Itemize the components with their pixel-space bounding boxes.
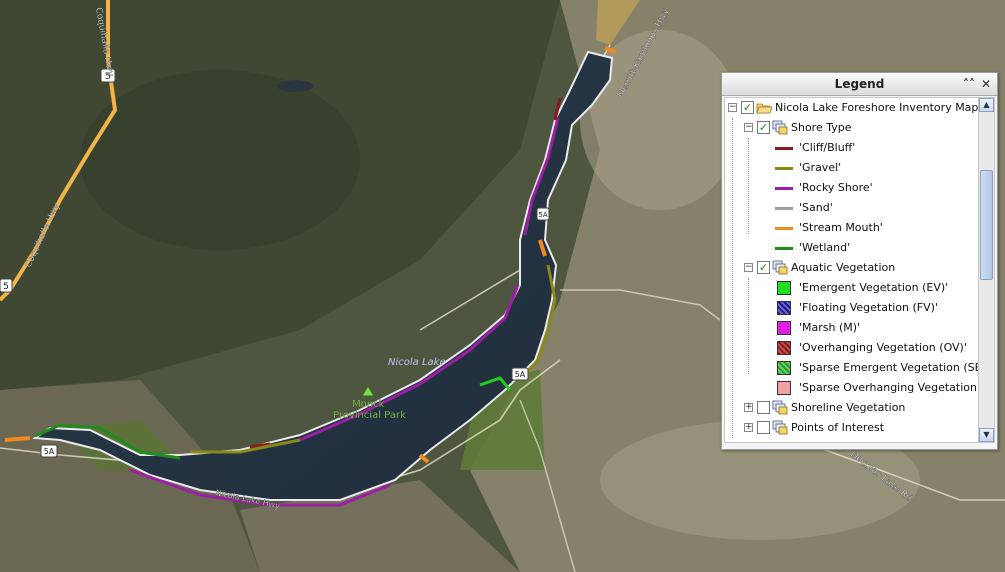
park-label-line1: Monck (352, 399, 385, 410)
collapse-toggle[interactable]: − (728, 103, 737, 112)
root-layer-label: Nicola Lake Foreshore Inventory Mapping (775, 101, 980, 114)
park-label-line2: Provincial Park (333, 410, 406, 421)
legend-tree[interactable]: − ✓ Nicola Lake Foreshore Inventory Mapp… (724, 97, 980, 443)
expand-toggle[interactable]: + (744, 403, 753, 412)
fill-symbol (777, 361, 791, 375)
folder-open-icon (756, 103, 772, 114)
expand-toggle[interactable]: + (744, 423, 753, 432)
legend-title: Legend (834, 77, 885, 91)
fill-symbol (777, 321, 791, 335)
legend-item-label: 'Sparse Emergent Vegetation (SEV)' (799, 361, 980, 374)
legend-item-label: 'Rocky Shore' (799, 181, 873, 194)
hwy-shield-5a-shore: 5A (536, 207, 550, 221)
layers-icon (772, 400, 788, 415)
forest-patch (80, 70, 360, 250)
lake-label: Nicola Lake (388, 357, 446, 368)
legend-scrollbar[interactable]: ▲ ▼ (978, 97, 995, 443)
hwy-shield-5a-left-text: 5A (44, 447, 55, 456)
fill-symbol (777, 341, 791, 355)
legend-panel[interactable]: Legend ˄˄ ✕ − ✓ Nicola Lake Foreshore In… (721, 72, 998, 450)
hwy-shield-5a-left: 5A (40, 444, 58, 458)
group-label: Shore Type (791, 121, 852, 134)
legend-item-label: 'Floating Vegetation (FV)' (799, 301, 938, 314)
hwy-shield-5a-shore-text: 5A (538, 211, 547, 219)
line-symbol (775, 167, 793, 170)
line-symbol (775, 207, 793, 210)
line-symbol (775, 247, 793, 250)
legend-item-label: 'Gravel' (799, 161, 842, 174)
layers-icon (772, 420, 788, 435)
legend-item-label: 'Emergent Vegetation (EV)' (799, 281, 949, 294)
legend-item-label: 'Stream Mouth' (799, 221, 883, 234)
fill-symbol (777, 381, 791, 395)
root-layer-checkbox[interactable]: ✓ (741, 101, 754, 114)
shore-stream-mouth (4, 436, 31, 442)
legend-item-label: 'Sparse Overhanging Vegetation (SOV)' (799, 381, 979, 394)
collapse-toggle[interactable]: − (744, 123, 753, 132)
shore-type-checkbox[interactable]: ✓ (757, 121, 770, 134)
legend-item-label: 'Wetland' (799, 241, 851, 254)
hwy-shield-5a-right-text: 5A (515, 370, 526, 379)
scroll-up-icon[interactable]: ▲ (979, 98, 994, 112)
line-symbol (775, 147, 793, 150)
legend-item-label: 'Overhanging Vegetation (OV)' (799, 341, 967, 354)
legend-title-bar[interactable]: Legend ˄˄ ✕ (722, 73, 997, 96)
aquatic-vegetation-checkbox[interactable]: ✓ (757, 261, 770, 274)
legend-item-label: 'Cliff/Bluff' (799, 141, 856, 154)
shoreline-vegetation-checkbox[interactable] (757, 401, 770, 414)
hwy-shield-5-left-text: 5 (3, 282, 9, 292)
group-label: Points of Interest (791, 421, 885, 434)
double-chevron-up-icon[interactable]: ˄˄ (963, 73, 975, 95)
layers-icon (772, 120, 788, 135)
hwy-shield-5-left: 5 (0, 278, 13, 293)
legend-item-label: 'Sand' (799, 201, 833, 214)
scroll-down-icon[interactable]: ▼ (979, 428, 994, 442)
points-of-interest-checkbox[interactable] (757, 421, 770, 434)
layers-icon (772, 260, 788, 275)
fill-symbol (777, 301, 791, 315)
hwy-shield-5a-right: 5A (511, 367, 529, 381)
small-lake (277, 80, 313, 92)
scrollbar-thumb[interactable] (980, 170, 993, 280)
line-symbol (775, 227, 793, 230)
line-symbol (775, 187, 793, 190)
collapse-toggle[interactable]: − (744, 263, 753, 272)
legend-item-label: 'Marsh (M)' (799, 321, 861, 334)
group-label: Aquatic Vegetation (791, 261, 896, 274)
fill-symbol (777, 281, 791, 295)
group-label: Shoreline Vegetation (791, 401, 906, 414)
close-icon[interactable]: ✕ (981, 73, 991, 95)
